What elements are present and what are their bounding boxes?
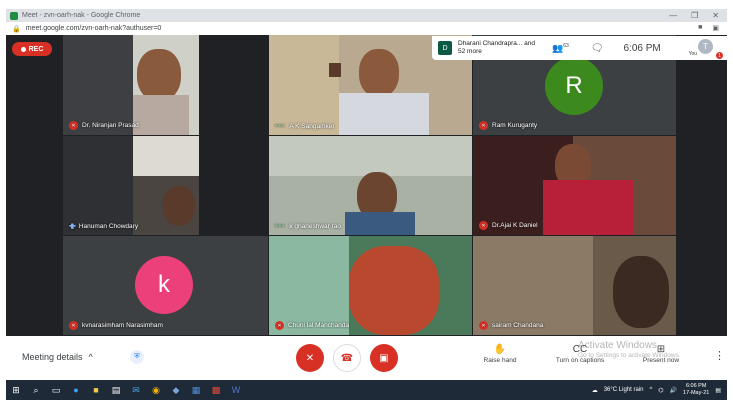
participant-name-label: ▪▮▪ Hanuman Chowdary	[69, 222, 139, 231]
active-indicator-icon: •••	[275, 223, 286, 230]
participant-tile[interactable]: ✕ Chuni lal Manchanda	[269, 236, 472, 335]
avatar: k	[135, 256, 193, 314]
mic-off-icon: ✕	[479, 221, 488, 230]
participant-name-label: ✕ Ram Kuruganty	[479, 121, 537, 130]
url-text[interactable]: meet.google.com/zvn-oarh-nak?authuser=0	[26, 25, 162, 32]
activate-windows-title: Activate Windows	[578, 340, 657, 351]
windows-taskbar: ⊞ ⌕ ▭ ● ■ ▤ ✉ ◉ ◆ ▦ ▩ W ☁ 36°C Light rai…	[6, 380, 727, 400]
edge-icon[interactable]: ●	[66, 380, 86, 400]
presenter-text[interactable]: Dharani Chandrapra... and 52 more	[458, 40, 540, 56]
meeting-details-label: Meeting details	[22, 352, 83, 362]
extension-icons: ■ ▣	[698, 24, 719, 32]
word-icon[interactable]: W	[226, 380, 246, 400]
participant-tile[interactable]: ✕ Dr. Niranjan Prasad	[63, 35, 199, 135]
camera-indicator-icon[interactable]: ■	[698, 24, 702, 32]
participant-name-label: ✕ kvnarasimham Narasimham	[69, 321, 163, 330]
meet-favicon-icon	[10, 11, 18, 20]
participant-tile[interactable]: ••• k ghaneshwar rao	[269, 136, 472, 235]
window-controls: — ❐ ✕	[669, 9, 719, 22]
window-title: Meet - zvn-oarh-nak - Google Chrome	[22, 12, 141, 19]
people-icon: 👥	[552, 42, 564, 53]
taskbar-clock[interactable]: 6:06 PM 17-May-21	[683, 383, 709, 397]
participant-tile[interactable]: ✕ sairam Chandana	[473, 236, 676, 335]
tray-chevron-icon[interactable]: ^	[649, 387, 652, 393]
mic-off-icon: ✕	[479, 321, 488, 330]
meeting-clock: 6:06 PM	[623, 42, 661, 54]
system-tray: ☁ 36°C Light rain ^ ⌬ 🔊 6:06 PM 17-May-2…	[592, 380, 721, 400]
mic-off-icon: ✕	[305, 352, 315, 364]
chrome-icon[interactable]: ◉	[146, 380, 166, 400]
self-avatar[interactable]: T	[698, 39, 713, 54]
minimize-button[interactable]: —	[669, 11, 677, 20]
hang-up-icon: ☎	[340, 352, 354, 364]
people-count: 63	[563, 42, 569, 49]
participant-tile[interactable]: k ✕ kvnarasimham Narasimham	[63, 236, 268, 335]
maximize-button[interactable]: ❐	[691, 11, 698, 20]
close-window-button[interactable]: ✕	[712, 11, 719, 20]
notification-badge: 1	[716, 52, 723, 59]
camera-off-icon: ▣	[379, 352, 389, 364]
app-icon[interactable]: ▦	[186, 380, 206, 400]
participant-name-label: ✕ Dr.Ajai K Daniel	[479, 221, 538, 230]
meeting-toolbar: Meeting details ^ ⛨ ✕ ☎ ▣ ✋ Raise hand C…	[6, 336, 727, 380]
chevron-up-icon: ^	[88, 352, 93, 362]
windows-start-icon[interactable]: ⊞	[6, 380, 26, 400]
presenter-avatar[interactable]: D	[438, 41, 452, 55]
file-explorer-icon[interactable]: ■	[86, 380, 106, 400]
activate-windows-subtitle: Go to Settings to activate Windows.	[578, 352, 681, 359]
people-button[interactable]: 👥63	[552, 43, 569, 54]
mic-off-icon: ✕	[69, 121, 78, 130]
task-view-icon[interactable]: ▭	[46, 380, 66, 400]
chat-icon[interactable]: 🗨	[591, 43, 604, 54]
search-icon[interactable]: ⌕	[26, 380, 46, 400]
browser-title-bar: Meet - zvn-oarh-nak - Google Chrome — ❐ …	[6, 9, 727, 22]
more-options-button[interactable]: ⋮	[714, 349, 725, 362]
taskbar-date: 17-May-21	[683, 390, 710, 396]
taskbar-time: 6:06 PM	[685, 383, 707, 389]
meeting-top-panel: D Dharani Chandrapra... and 52 more 👥63 …	[432, 36, 727, 60]
participant-name-label: ✕ Chuni lal Manchanda	[275, 321, 349, 330]
camera-toggle-button[interactable]: ▣	[370, 344, 398, 372]
raise-hand-label: Raise hand	[483, 357, 517, 364]
avatar: R	[545, 57, 603, 115]
video-grid: ✕ Dr. Niranjan Prasad ••• A K Sangamker …	[6, 35, 727, 336]
acrobat-icon[interactable]: ▩	[206, 380, 226, 400]
app-icon[interactable]: ◆	[166, 380, 186, 400]
address-bar[interactable]: 🔒 meet.google.com/zvn-oarh-nak?authuser=…	[6, 22, 727, 35]
weather-icon: ☁	[591, 387, 598, 394]
you-label: You	[688, 51, 697, 57]
activate-windows-watermark: Activate Windows Go to Settings to activ…	[578, 340, 681, 359]
meeting-details-button[interactable]: Meeting details ^	[22, 352, 93, 362]
participant-name-label: ••• A K Sangamker	[275, 123, 335, 130]
leave-call-button[interactable]: ☎	[333, 344, 361, 372]
store-icon[interactable]: ▤	[106, 380, 126, 400]
mail-icon[interactable]: ✉	[126, 380, 146, 400]
lock-icon[interactable]: 🔒	[12, 25, 21, 33]
mic-off-icon: ✕	[479, 121, 488, 130]
extensions-icon[interactable]: ▣	[712, 24, 719, 32]
hand-icon: ✋	[493, 344, 507, 355]
mic-off-icon: ✕	[69, 321, 78, 330]
raise-hand-button[interactable]: ✋ Raise hand	[480, 344, 520, 364]
volume-icon[interactable]: 🔊	[670, 387, 677, 394]
participant-name-label: ✕ Dr. Niranjan Prasad	[69, 121, 139, 130]
participant-name-label: ••• k ghaneshwar rao	[275, 223, 342, 230]
participant-name-label: ✕ sairam Chandana	[479, 321, 543, 330]
record-dot-icon	[20, 46, 26, 52]
network-icon[interactable]: ⌬	[658, 387, 663, 394]
recording-badge: REC	[12, 42, 52, 56]
participant-tile[interactable]: ✕ Dr.Ajai K Daniel	[473, 136, 676, 235]
weather-text[interactable]: 36°C Light rain	[604, 387, 644, 393]
notifications-icon[interactable]: ▤	[715, 387, 721, 394]
mic-off-icon: ✕	[275, 321, 284, 330]
microphone-toggle-button[interactable]: ✕	[296, 344, 324, 372]
active-indicator-icon: •••	[275, 123, 286, 130]
speaking-indicator-icon: ▪▮▪	[69, 223, 76, 230]
shield-icon[interactable]: ⛨	[130, 350, 144, 364]
participant-tile[interactable]: ▪▮▪ Hanuman Chowdary	[63, 136, 199, 235]
